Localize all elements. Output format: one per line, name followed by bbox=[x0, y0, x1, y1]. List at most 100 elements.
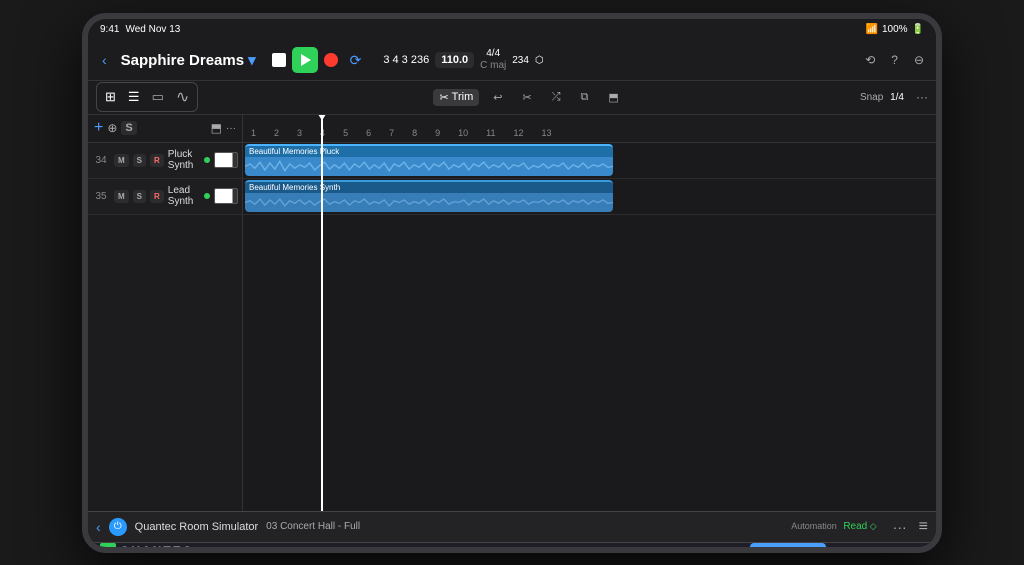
track-row: 35 M S R Lead Synth bbox=[88, 179, 242, 215]
solo-button[interactable]: S bbox=[133, 154, 146, 167]
grid-view-icon[interactable]: ⊞ bbox=[101, 87, 120, 107]
copy-tool[interactable]: ⧉ bbox=[575, 89, 595, 106]
bounce-button[interactable]: ⊕ bbox=[107, 121, 117, 135]
loop-button[interactable]: ⟳ bbox=[344, 50, 368, 71]
mute-button[interactable]: M bbox=[114, 190, 129, 203]
audio-clip[interactable]: Beautiful Memories Synth bbox=[245, 180, 613, 212]
clip-row: Beautiful Memories Pluck bbox=[243, 143, 936, 179]
track-clips: Beautiful Memories Pluck Beautiful Memor… bbox=[243, 143, 936, 215]
track-name: Lead Synth bbox=[168, 185, 200, 207]
curve-view-icon[interactable]: ∿ bbox=[172, 85, 193, 109]
audio-clip[interactable]: Beautiful Memories Pluck bbox=[245, 144, 613, 176]
playhead[interactable] bbox=[321, 115, 323, 511]
wifi-icon: 📶 bbox=[866, 24, 878, 35]
plugin-nav-button[interactable]: ‹ bbox=[96, 519, 101, 535]
automation-label: Automation Read ◇ bbox=[791, 521, 876, 532]
clip-row: Beautiful Memories Synth bbox=[243, 179, 936, 215]
track-instrument-icon[interactable] bbox=[214, 188, 238, 204]
tempo-display[interactable]: 110.0 bbox=[435, 52, 474, 68]
waveform bbox=[245, 193, 613, 212]
record-button[interactable] bbox=[324, 53, 338, 67]
track-more-button[interactable]: ··· bbox=[226, 123, 236, 134]
dropdown-icon[interactable]: ▾ bbox=[248, 51, 256, 69]
ruler-mark: 2 bbox=[274, 128, 279, 138]
undo-nav-icon[interactable]: ⟲ bbox=[861, 51, 879, 69]
automation-mode[interactable]: Read bbox=[843, 521, 867, 532]
status-time: 9:41 bbox=[100, 24, 119, 35]
merge-tool[interactable]: ⤮ bbox=[546, 89, 567, 106]
ruler-mark: 7 bbox=[389, 128, 394, 138]
plugin-power-button[interactable]: ⏻ bbox=[109, 518, 127, 536]
clip-label: Beautiful Memories Pluck bbox=[245, 146, 613, 157]
ruler-mark: 10 bbox=[458, 128, 468, 138]
paste-tool[interactable]: ⬒ bbox=[602, 89, 624, 106]
record-arm-button[interactable]: R bbox=[150, 190, 164, 203]
bar-display: 234 bbox=[512, 55, 529, 66]
plugin-ui: Q QUANTEC Quantec QRS Quantec YardStick … bbox=[88, 543, 936, 553]
clip-label: Beautiful Memories Synth bbox=[245, 182, 613, 193]
undo-tool[interactable]: ↩ bbox=[487, 89, 508, 106]
ruler-mark: 1 bbox=[251, 128, 256, 138]
help-icon[interactable]: ? bbox=[887, 51, 902, 69]
toolbar: ⊞ ☰ ▭ ∿ ✂ Trim ↩ ✂ ⤮ ⧉ ⬒ Snap 1/4 ··· bbox=[88, 81, 936, 115]
track-number: 35 bbox=[92, 191, 110, 202]
track-row: 34 M S R Pluck Synth bbox=[88, 143, 242, 179]
ruler-mark: 8 bbox=[412, 128, 417, 138]
trim-tool[interactable]: ✂ Trim bbox=[433, 89, 479, 106]
waveform-svg bbox=[245, 157, 613, 176]
ipad-frame: 9:41 Wed Nov 13 📶 100% 🔋 ‹ Sapphire Drea… bbox=[82, 13, 942, 553]
play-button[interactable] bbox=[292, 47, 318, 73]
track-instrument-icon[interactable] bbox=[214, 152, 238, 168]
track-list-header: + ⊕ S ⬒ ··· bbox=[88, 115, 242, 143]
status-day: Wed Nov 13 bbox=[125, 24, 180, 35]
nav-bar: ‹ Sapphire Dreams ▾ ⟳ 3 4 3 236 110.0 4/… bbox=[88, 41, 936, 81]
quantec-header: Q QUANTEC Quantec QRS Quantec YardStick bbox=[88, 543, 936, 553]
waveform-svg bbox=[245, 193, 613, 212]
time-signature: 4/4 C maj bbox=[480, 48, 506, 72]
track-name: Pluck Synth bbox=[168, 149, 200, 171]
quantec-logo: Q QUANTEC bbox=[100, 543, 193, 553]
status-bar: 9:41 Wed Nov 13 📶 100% 🔋 bbox=[88, 19, 936, 41]
solo-all-button[interactable]: S bbox=[121, 121, 136, 135]
trim-icon: ✂ bbox=[439, 91, 448, 104]
waveform bbox=[245, 157, 613, 176]
snap-control[interactable]: Snap 1/4 bbox=[860, 92, 904, 103]
track-list: + ⊕ S ⬒ ··· 34 M S R Pluck Synth 35 M bbox=[88, 115, 243, 511]
back-button[interactable]: ‹ bbox=[96, 50, 113, 70]
add-track-button[interactable]: + bbox=[94, 119, 103, 137]
stop-button[interactable] bbox=[272, 53, 286, 67]
send-button[interactable]: ⬒ bbox=[211, 121, 222, 135]
toolbar-more-icon[interactable]: ··· bbox=[916, 90, 928, 104]
notch bbox=[483, 23, 563, 33]
snap-value[interactable]: 1/4 bbox=[890, 92, 904, 103]
tab-qrs[interactable]: Quantec QRS bbox=[750, 543, 826, 553]
ruler-mark: 12 bbox=[514, 128, 524, 138]
cut-tool[interactable]: ✂ bbox=[516, 89, 537, 106]
ruler-mark: 9 bbox=[435, 128, 440, 138]
track-active-dot bbox=[204, 157, 210, 163]
plugin-lines-icon[interactable]: ≡ bbox=[919, 518, 928, 536]
plugin-name: Quantec Room Simulator bbox=[135, 521, 259, 533]
plugin-preset[interactable]: 03 Concert Hall - Full bbox=[266, 521, 360, 532]
view-mode-group: ⊞ ☰ ▭ ∿ bbox=[96, 82, 198, 112]
ruler-mark: 3 bbox=[297, 128, 302, 138]
metronome-icon[interactable]: ⬡ bbox=[535, 55, 544, 66]
quantec-brand-icon: Q bbox=[100, 543, 116, 553]
ruler-mark: 11 bbox=[486, 128, 495, 138]
close-nav-icon[interactable]: ⊖ bbox=[910, 51, 928, 69]
tab-yardstick[interactable]: Quantec YardStick bbox=[830, 543, 924, 553]
arrange-area: 1 2 3 4 5 6 7 8 9 10 11 12 13 bbox=[243, 115, 936, 511]
plugin-more-button[interactable]: ··· bbox=[893, 519, 907, 535]
track-number: 34 bbox=[92, 155, 110, 166]
snap-label: Snap bbox=[860, 92, 883, 103]
ruler-mark: 5 bbox=[343, 128, 348, 138]
quantec-brand-text: QUANTEC bbox=[120, 544, 193, 553]
plugin-strip: ‹ ⏻ Quantec Room Simulator 03 Concert Ha… bbox=[88, 511, 936, 543]
solo-button[interactable]: S bbox=[133, 190, 146, 203]
list-view-icon[interactable]: ☰ bbox=[124, 87, 144, 107]
waveform-view-icon[interactable]: ▭ bbox=[148, 87, 168, 107]
plugin-tabs: Quantec QRS Quantec YardStick bbox=[750, 543, 924, 553]
mute-button[interactable]: M bbox=[114, 154, 129, 167]
ruler-mark: 13 bbox=[542, 128, 552, 138]
record-arm-button[interactable]: R bbox=[150, 154, 164, 167]
